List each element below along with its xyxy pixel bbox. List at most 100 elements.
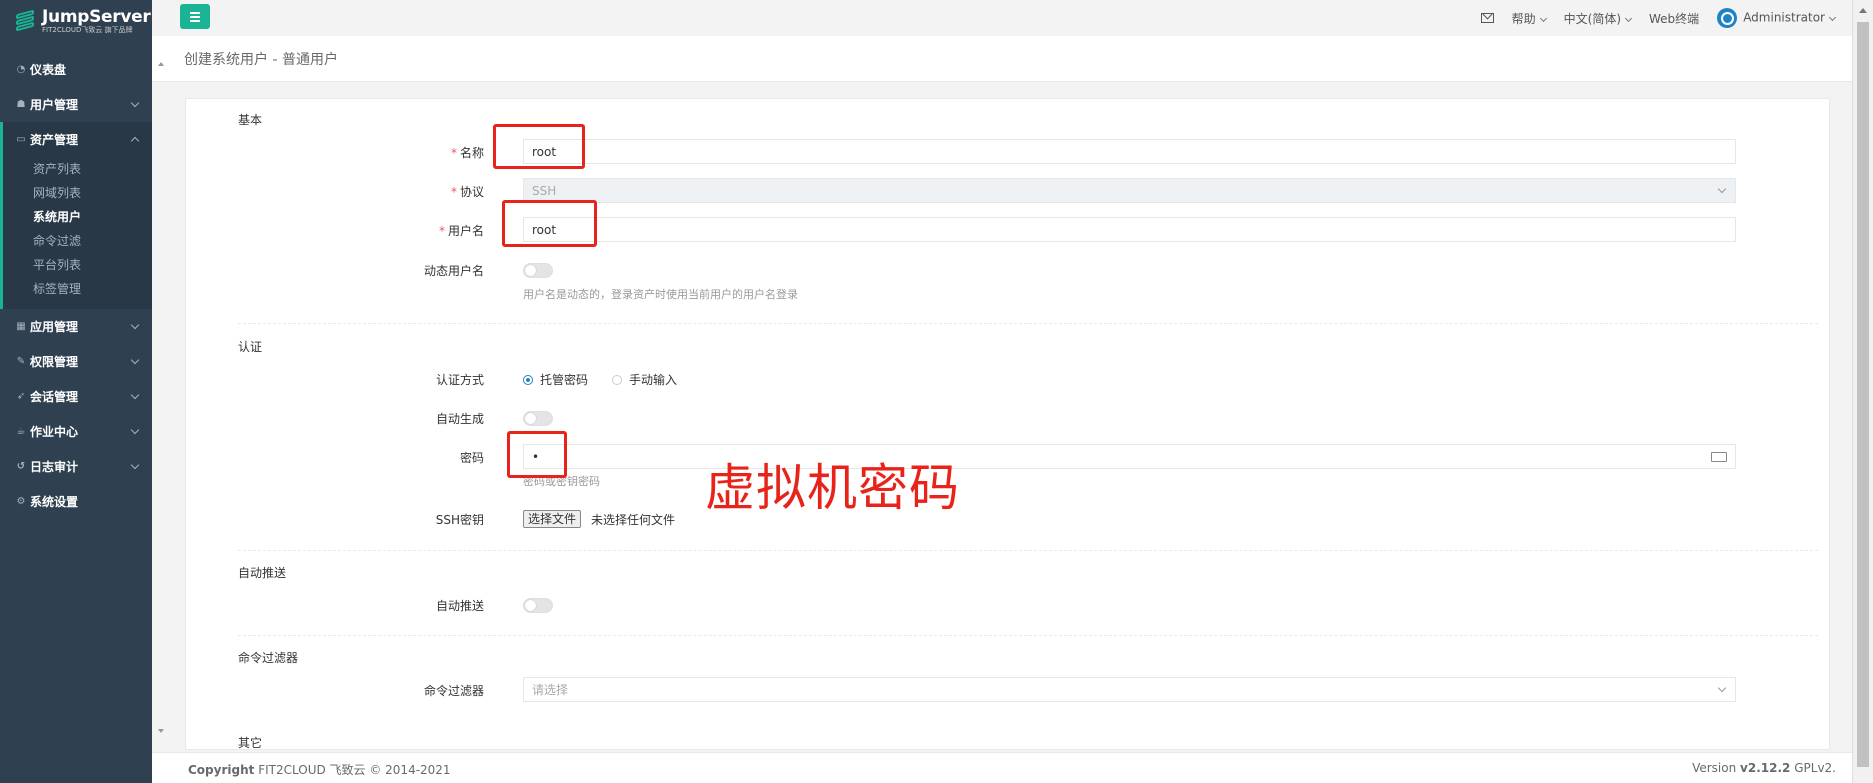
radio-manual-input[interactable]: 手动输入: [612, 371, 677, 388]
sidebar-item-label: 权限管理: [30, 355, 79, 369]
dynamic-username-toggle[interactable]: [523, 263, 553, 278]
coffee-icon: ☕: [16, 426, 26, 437]
sidebar-item-label: 日志审计: [30, 460, 79, 474]
inbox-icon: ▭: [16, 134, 26, 145]
chevron-down-icon: [130, 460, 140, 470]
auth-method-label: 认证方式: [435, 373, 484, 387]
keyboard-icon[interactable]: [1711, 452, 1727, 462]
dashboard-icon: ◔: [16, 64, 26, 75]
sidebar-subitem-label-manage[interactable]: 标签管理: [3, 277, 152, 301]
section-title-auth: 认证: [238, 340, 263, 354]
grid-icon: ▦: [16, 321, 26, 332]
topbar: 帮助 中文(简体) Web终端 Administrator: [152, 0, 1873, 36]
choose-file-button[interactable]: 选择文件: [523, 510, 582, 528]
sidebar-item-assets[interactable]: ▭ 资产管理: [3, 122, 152, 157]
command-filter-select[interactable]: 请选择: [523, 677, 1736, 702]
hamburger-menu-button[interactable]: [180, 4, 210, 29]
user-name: Administrator: [1743, 10, 1825, 25]
chevron-down-icon: [1624, 14, 1633, 22]
divider: [238, 635, 1818, 636]
sidebar-item-label: 仪表盘: [30, 63, 67, 77]
name-label: * 名称: [450, 146, 484, 160]
sidebar-item-label: 应用管理: [30, 320, 79, 334]
chevron-up-icon: [130, 136, 140, 146]
auto-push-toggle[interactable]: [523, 598, 553, 613]
radio-checked-icon: [523, 374, 533, 385]
brand-title: JumpServer: [42, 6, 151, 27]
footer-version: Version v2.12.2 GPLv2.: [1692, 761, 1836, 775]
chevron-down-icon: [130, 320, 140, 330]
page-title: 创建系统用户 - 普通用户: [184, 52, 338, 68]
chevron-down-icon: [130, 425, 140, 435]
name-input[interactable]: root: [523, 139, 1736, 164]
section-title-command-filter: 命令过滤器: [238, 651, 299, 665]
sidebar-item-dashboard[interactable]: ◔ 仪表盘: [0, 52, 152, 87]
section-title-push: 自动推送: [238, 566, 287, 580]
users-icon: ☗: [16, 99, 26, 110]
web-terminal-link[interactable]: Web终端: [1649, 10, 1699, 27]
ssh-key-label: SSH密钥: [435, 513, 484, 527]
command-filter-label: 命令过滤器: [423, 684, 484, 698]
annotation-text: 虚拟机密码: [705, 459, 960, 517]
mail-icon[interactable]: [1480, 13, 1494, 23]
sidebar: JumpServer FIT2CLOUD飞致云 旗下品牌 ◔ 仪表盘 ☗ 用户管…: [0, 0, 152, 783]
gears-icon: ⚙: [16, 496, 26, 507]
sidebar-item-label: 会话管理: [30, 390, 79, 404]
brand-subtitle: FIT2CLOUD飞致云 旗下品牌: [42, 25, 133, 34]
edit-icon: ✎: [16, 356, 26, 367]
scrollbar[interactable]: [1852, 0, 1873, 783]
dynamic-username-help: 用户名是动态的，登录资产时使用当前用户的用户名登录: [523, 288, 798, 301]
protocol-select[interactable]: SSH: [523, 178, 1736, 203]
password-label: 密码: [459, 451, 484, 465]
scrollbar-thumb[interactable]: [1857, 22, 1869, 767]
footer: Copyright FIT2CLOUD 飞致云 © 2014-2021 Vers…: [152, 752, 1852, 783]
scroll-up-arrow-icon[interactable]: [1859, 8, 1867, 13]
annotation-box-password: [507, 431, 567, 478]
power-icon: [1717, 8, 1738, 28]
radio-managed-password[interactable]: 托管密码: [523, 371, 588, 388]
auto-generate-toggle[interactable]: [523, 411, 553, 426]
rocket-icon: ➶: [16, 391, 26, 402]
dynamic-username-label: 动态用户名: [423, 264, 484, 278]
annotation-box-name: [493, 124, 585, 169]
radio-unchecked-icon: [612, 374, 622, 385]
sidebar-item-applications[interactable]: ▦ 应用管理: [0, 309, 152, 344]
sidebar-subitem-system-user[interactable]: 系统用户: [3, 205, 152, 229]
sidebar-item-audit[interactable]: ↺ 日志审计: [0, 449, 152, 484]
chevron-down-icon: [1539, 14, 1547, 22]
sidebar-item-label: 用户管理: [30, 98, 79, 112]
username-input[interactable]: root: [523, 217, 1736, 242]
auto-generate-label: 自动生成: [435, 412, 484, 426]
divider: [238, 323, 1818, 324]
divider: [238, 550, 1818, 551]
auto-push-label: 自动推送: [435, 599, 484, 613]
help-dropdown[interactable]: 帮助: [1512, 10, 1547, 27]
jumpserver-logo-icon: [14, 9, 36, 32]
form-card: 基本 * 名称 root * 协议 SSH * 用户名 root 动态用户名 用户名是…: [185, 98, 1830, 750]
logo[interactable]: JumpServer FIT2CLOUD飞致云 旗下品牌: [0, 0, 152, 42]
sidebar-subitem-command-filter[interactable]: 命令过滤: [3, 229, 152, 253]
scroll-down-arrow-icon[interactable]: [158, 729, 164, 733]
user-dropdown[interactable]: Administrator: [1717, 8, 1837, 28]
sidebar-item-permissions[interactable]: ✎ 权限管理: [0, 344, 152, 379]
chevron-down-icon: [1717, 184, 1727, 194]
sidebar-subitem-domain-list[interactable]: 网域列表: [3, 181, 152, 205]
sidebar-item-sessions[interactable]: ➶ 会话管理: [0, 379, 152, 414]
page-header: 创建系统用户 - 普通用户: [152, 36, 1852, 82]
sidebar-item-users[interactable]: ☗ 用户管理: [0, 87, 152, 122]
sidebar-item-label: 系统设置: [30, 495, 79, 509]
sidebar-item-jobs[interactable]: ☕ 作业中心: [0, 414, 152, 449]
sidebar-item-settings[interactable]: ⚙ 系统设置: [0, 484, 152, 519]
language-dropdown[interactable]: 中文(简体): [1564, 10, 1633, 27]
sidebar-subitem-platform-list[interactable]: 平台列表: [3, 253, 152, 277]
chevron-down-icon: [130, 355, 140, 365]
scroll-up-arrow-icon[interactable]: [158, 62, 164, 66]
sidebar-subitem-asset-list[interactable]: 资产列表: [3, 157, 152, 181]
section-title-basic: 基本: [238, 113, 263, 127]
sidebar-item-label: 作业中心: [30, 425, 79, 439]
footer-copyright: Copyright FIT2CLOUD 飞致云 © 2014-2021: [188, 763, 451, 777]
chevron-down-icon: [130, 390, 140, 400]
protocol-label: * 协议: [450, 185, 484, 199]
history-icon: ↺: [16, 461, 26, 472]
chevron-down-icon: [1828, 13, 1837, 21]
